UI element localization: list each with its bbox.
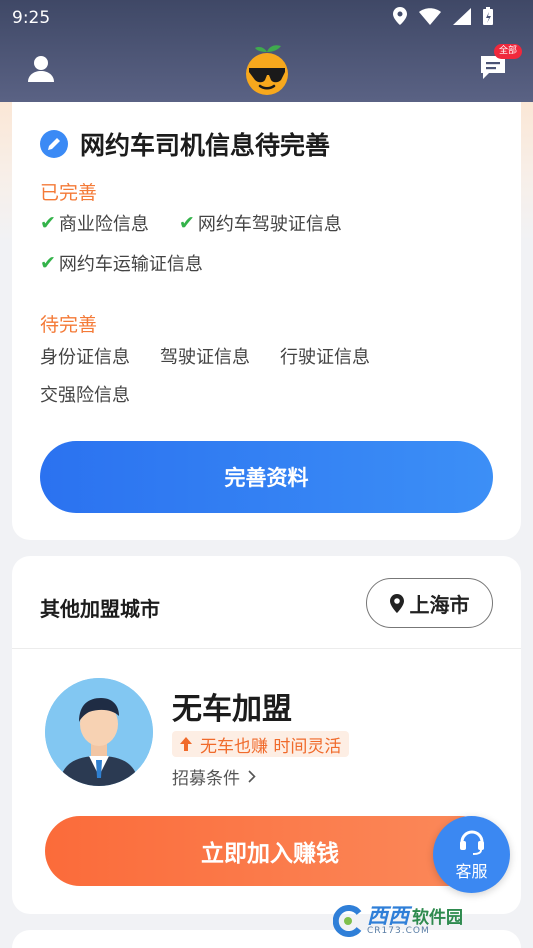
todo-row-2: 交强险信息: [40, 381, 130, 407]
headset-icon: [459, 830, 484, 855]
card-title-row: 网约车司机信息待完善: [40, 126, 330, 162]
join-now-button[interactable]: 立即加入赚钱: [45, 816, 495, 886]
edit-icon: [40, 130, 68, 158]
watermark-logo-icon: [333, 905, 362, 937]
todo-item: 驾驶证信息: [160, 347, 250, 368]
done-item-label: 商业险信息: [58, 214, 149, 235]
status-time: 9:25: [12, 8, 51, 28]
done-item: ✔ 网约车驾驶证信息: [179, 210, 342, 236]
city-selector-button[interactable]: 上海市: [366, 578, 493, 628]
customer-service-button[interactable]: 客服: [433, 816, 510, 893]
site-watermark: 西西 软件园 CR173.COM: [333, 898, 519, 944]
avatar: [45, 678, 153, 786]
user-profile-icon[interactable]: [26, 54, 56, 84]
cities-title: 其他加盟城市: [40, 597, 160, 621]
todo-row-1: 身份证信息 驾驶证信息 行驶证信息: [40, 343, 370, 369]
status-icons: [393, 7, 493, 25]
watermark-brand2: 软件园: [412, 908, 463, 928]
todo-item: 身份证信息: [40, 347, 130, 368]
benefit-tag-text: 无车也赚 时间灵活: [200, 736, 342, 757]
check-icon: ✔: [40, 212, 56, 234]
benefit-tag: 无车也赚 时间灵活: [172, 731, 350, 757]
customer-service-label: 客服: [455, 862, 488, 881]
arrow-up-icon: [180, 737, 192, 751]
signal-icon: [453, 7, 471, 25]
city-name: 上海市: [409, 592, 470, 617]
done-label: 已完善: [40, 182, 98, 204]
watermark-brand: 西西: [367, 904, 409, 928]
done-item-label: 网约车驾驶证信息: [197, 214, 342, 235]
requirements-link-label: 招募条件: [172, 769, 240, 789]
message-badge: 全部: [494, 44, 523, 59]
join-title: 无车加盟: [172, 692, 292, 727]
todo-label: 待完善: [40, 314, 98, 336]
location-icon: [393, 7, 407, 25]
done-row-1: ✔ 商业险信息 ✔ 网约车驾驶证信息: [40, 210, 342, 236]
done-row-2: ✔ 网约车运输证信息: [40, 250, 203, 276]
driver-info-card: 网约车司机信息待完善 已完善 ✔ 商业险信息 ✔ 网约车驾驶证信息 ✔ 网约车运…: [12, 102, 521, 540]
todo-item: 行驶证信息: [280, 347, 370, 368]
card-title: 网约车司机信息待完善: [80, 131, 331, 160]
battery-icon: [483, 7, 493, 25]
wifi-icon: [419, 7, 441, 25]
chevron-right-icon: [248, 770, 256, 783]
orange-logo-icon: [246, 45, 288, 95]
divider: [12, 648, 521, 649]
complete-info-button[interactable]: 完善资料: [40, 441, 493, 513]
todo-item: 交强险信息: [40, 385, 130, 406]
done-item: ✔ 网约车运输证信息: [40, 250, 203, 276]
check-icon: ✔: [178, 212, 195, 234]
location-pin-icon: [389, 593, 404, 613]
watermark-sub: CR173.COM: [367, 926, 430, 936]
check-icon: ✔: [40, 252, 56, 274]
requirements-link[interactable]: 招募条件: [172, 764, 256, 789]
done-item: ✔ 商业险信息: [40, 210, 149, 236]
done-item-label: 网约车运输证信息: [58, 254, 203, 275]
